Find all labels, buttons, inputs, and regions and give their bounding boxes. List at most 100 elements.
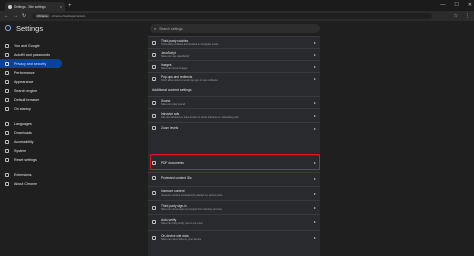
row-intrusive-ads[interactable]: Intrusive ads Ads are blocked on sites kn… xyxy=(148,108,320,122)
row-subtitle: Third-party cookies are blocked in Incog… xyxy=(161,43,219,47)
power-icon xyxy=(5,106,9,111)
row-title: Third-party cookies xyxy=(161,38,189,43)
speaker-icon xyxy=(152,100,156,105)
row-title: Pop-ups and redirects xyxy=(161,74,193,79)
menu-icon[interactable]: ⋮ xyxy=(465,12,470,20)
sidebar-item-on-startup[interactable]: On startup xyxy=(0,104,62,113)
browser-icon xyxy=(5,97,9,102)
sidebar-item-label: System xyxy=(14,148,26,153)
row-subtitle: Sites can play sound xyxy=(161,103,185,107)
row-title: Images xyxy=(161,62,172,67)
url-text[interactable]: chrome://settings/content xyxy=(52,14,86,18)
sidebar-item-label: Downloads xyxy=(14,130,32,135)
account-icon xyxy=(152,205,156,210)
page-title: Settings xyxy=(16,24,44,33)
search-icon xyxy=(5,88,9,93)
sidebar-item-label: Appearance xyxy=(14,79,34,84)
toolbar-actions: ☆ ⋮ xyxy=(454,12,470,20)
sidebar-item-reset[interactable]: Reset settings xyxy=(0,155,62,164)
sidebar-item-system[interactable]: System xyxy=(0,146,62,155)
chevron-right-icon: ▸ xyxy=(313,125,316,131)
sidebar-item-extensions[interactable]: Extensions xyxy=(0,170,62,179)
settings-favicon-icon xyxy=(8,4,12,9)
reset-icon xyxy=(5,157,9,162)
verified-icon xyxy=(152,219,156,224)
sidebar-item-you-and-google[interactable]: You and Google xyxy=(0,41,62,50)
chevron-right-icon: ▸ xyxy=(313,52,316,57)
row-insecure-content[interactable]: Insecure content Insecure content is bloc… xyxy=(148,186,320,199)
sidebar-item-search-engine[interactable]: Search engine xyxy=(0,86,62,95)
minimize-icon[interactable]: — xyxy=(440,1,445,9)
clipboard-icon xyxy=(5,52,9,57)
sidebar-item-privacy[interactable]: Privacy and security xyxy=(0,59,62,68)
row-subtitle: Sites can save data on your device xyxy=(161,238,202,242)
chevron-right-icon: ▸ xyxy=(313,205,316,210)
download-icon xyxy=(5,130,9,135)
row-title: Insecure content xyxy=(161,189,185,194)
chevron-right-icon: ▸ xyxy=(313,100,316,105)
row-title: Third-party sign-in xyxy=(161,203,187,208)
row-subtitle: Sites can show images xyxy=(161,67,188,71)
row-title: Sound xyxy=(161,98,171,103)
sidebar-item-downloads[interactable]: Downloads xyxy=(0,128,62,137)
sidebar-item-label: Languages xyxy=(14,121,32,126)
sidebar-item-label: Accessibility xyxy=(14,139,34,144)
bookmark-star-icon[interactable]: ☆ xyxy=(454,12,458,20)
site-chip[interactable]: Chrome xyxy=(35,14,50,18)
sidebar-item-autofill[interactable]: Autofill and passwords xyxy=(0,50,62,59)
row-on-device-site-data[interactable]: On-device site data Sites can save data o… xyxy=(148,230,320,244)
sidebar-item-label: Reset settings xyxy=(14,157,37,162)
chevron-right-icon: ▸ xyxy=(313,235,316,240)
chevron-right-icon: ▸ xyxy=(313,175,316,181)
sidebar-item-appearance[interactable]: Appearance xyxy=(0,77,62,86)
browser-tab[interactable]: Settings - Site settings × xyxy=(5,2,65,11)
search-input[interactable] xyxy=(159,26,300,31)
row-title: Auto-verify xyxy=(161,217,177,222)
chevron-right-icon: ▸ xyxy=(313,190,316,196)
row-popups-redirects[interactable]: Pop-ups and redirects Don't allow sites t… xyxy=(148,72,320,84)
wrench-icon xyxy=(5,148,9,153)
close-tab-icon[interactable]: × xyxy=(60,4,62,9)
row-title: JavaScript xyxy=(161,50,176,55)
sidebar-item-languages[interactable]: Languages xyxy=(0,119,62,128)
back-icon[interactable]: ← xyxy=(4,12,9,20)
row-third-party-sign-in[interactable]: Third-party sign-in Sites can show sign-i… xyxy=(148,200,320,214)
row-title: On-device site data xyxy=(161,233,189,238)
row-images[interactable]: Images Sites can show images ▸ xyxy=(148,60,320,72)
globe-icon xyxy=(5,121,9,126)
sidebar-item-label: Default browser xyxy=(14,97,40,102)
address-bar[interactable]: Chrome chrome://settings/content xyxy=(32,13,432,19)
sidebar-item-label: About Chrome xyxy=(14,181,38,186)
window-controls: — ☐ ✕ xyxy=(440,1,472,9)
row-subtitle: Sites can show sign-in prompts from iden… xyxy=(161,208,222,212)
row-third-party-cookies[interactable]: Third-party cookies Third-party cookies a… xyxy=(148,36,320,48)
sidebar-item-about-chrome[interactable]: About Chrome xyxy=(0,179,62,188)
sidebar-item-accessibility[interactable]: Accessibility xyxy=(0,137,62,146)
section-heading: Additional content settings xyxy=(152,88,192,92)
row-protected-content[interactable]: Protected content IDs ▸ xyxy=(148,172,320,183)
row-sound[interactable]: Sound Sites can play sound ▸ xyxy=(148,96,320,108)
search-bar[interactable]: ⌕ xyxy=(150,24,320,33)
reload-icon[interactable]: ↻ xyxy=(22,12,26,20)
new-tab-icon[interactable]: + xyxy=(68,2,72,10)
close-window-icon[interactable]: ✕ xyxy=(468,1,472,9)
chevron-right-icon: ▸ xyxy=(313,219,316,224)
chevron-right-icon: ▸ xyxy=(313,40,316,45)
forward-icon[interactable]: → xyxy=(13,12,18,20)
database-icon xyxy=(152,235,156,240)
row-javascript[interactable]: JavaScript Sites can use JavaScript ▸ xyxy=(148,48,320,60)
maximize-icon[interactable]: ☐ xyxy=(454,1,458,9)
row-subtitle: Sites can help verify you're not a bot xyxy=(161,222,203,226)
tab-title: Settings - Site settings xyxy=(14,4,46,9)
sidebar-item-default-browser[interactable]: Default browser xyxy=(0,95,62,104)
sidebar-item-performance[interactable]: Performance xyxy=(0,68,62,77)
row-subtitle: Insecure content is blocked by default o… xyxy=(161,193,223,197)
row-subtitle: Sites can use JavaScript xyxy=(161,55,190,59)
code-icon xyxy=(152,52,156,57)
row-title: Intrusive ads xyxy=(161,111,180,116)
chevron-right-icon: ▸ xyxy=(313,113,316,118)
row-zoom-levels[interactable]: Zoom levels ▸ xyxy=(148,122,320,133)
sidebar-item-label: Autofill and passwords xyxy=(14,52,50,57)
row-auto-verify[interactable]: Auto-verify Sites can help verify you're … xyxy=(148,214,320,228)
row-subtitle: Don't allow sites to send pop-ups or use… xyxy=(161,79,218,83)
